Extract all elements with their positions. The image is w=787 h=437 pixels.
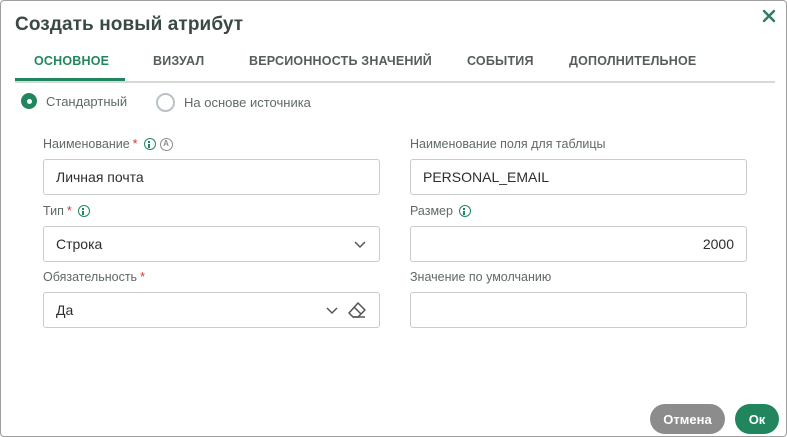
tab-visual[interactable]: ВИЗУАЛ <box>153 49 204 79</box>
create-attribute-dialog: Создать новый атрибут ОСНОВНОЕ ВИЗУАЛ ВЕ… <box>0 0 787 437</box>
required-mark: * <box>140 270 145 284</box>
name-field-label: Наименование * A <box>43 137 173 151</box>
size-input[interactable]: 2000 <box>410 226 747 262</box>
ok-button[interactable]: Ок <box>735 404 779 434</box>
name-input[interactable]: Личная почта <box>43 159 380 195</box>
tab-bar: ОСНОВНОЕ ВИЗУАЛ ВЕРСИОННОСТЬ ЗНАЧЕНИЙ СО… <box>15 49 775 83</box>
info-icon[interactable] <box>458 205 471 217</box>
table-field-name-value: PERSONAL_EMAIL <box>423 169 550 185</box>
radio-checked-icon <box>21 93 37 109</box>
info-icon[interactable] <box>143 138 156 150</box>
auto-translate-icon[interactable]: A <box>159 137 173 151</box>
tab-additional[interactable]: ДОПОЛНИТЕЛЬНОЕ <box>569 49 696 79</box>
eraser-icon[interactable] <box>347 301 367 319</box>
required-mark: * <box>66 204 72 218</box>
close-icon[interactable] <box>760 7 778 25</box>
radio-source-based-label: На основе источника <box>184 95 311 110</box>
required-mark: * <box>132 137 138 151</box>
type-label-text: Тип <box>43 204 64 218</box>
default-value-label-text: Значение по умолчанию <box>410 270 552 284</box>
size-field-label: Размер <box>410 204 471 218</box>
size-input-value: 2000 <box>702 236 734 252</box>
type-select-value: Строка <box>56 236 103 252</box>
required-field-label: Обязательность * <box>43 270 145 284</box>
cancel-button[interactable]: Отмена <box>650 404 725 434</box>
required-select[interactable]: Да <box>43 292 380 328</box>
type-select[interactable]: Строка <box>43 226 380 262</box>
type-field-label: Тип * <box>43 204 90 218</box>
active-tab-indicator <box>15 78 125 81</box>
radio-unchecked-icon <box>156 93 175 112</box>
radio-standard-label: Стандартный <box>46 93 128 109</box>
radio-source-based[interactable]: На основе источника <box>156 93 311 112</box>
default-value-label: Значение по умолчанию <box>410 270 551 284</box>
tab-events[interactable]: СОБЫТИЯ <box>467 49 534 79</box>
chevron-down-icon[interactable] <box>353 237 367 251</box>
chevron-down-icon[interactable] <box>325 303 339 317</box>
required-select-value: Да <box>56 302 74 318</box>
tab-main[interactable]: ОСНОВНОЕ <box>34 49 109 79</box>
radio-standard[interactable]: Стандартный <box>21 93 127 109</box>
size-label-text: Размер <box>410 204 453 218</box>
info-icon[interactable] <box>77 205 90 217</box>
dialog-title: Создать новый атрибут <box>15 14 244 35</box>
table-field-name-label-text: Наименование поля для таблицы <box>410 137 606 151</box>
table-field-name-label: Наименование поля для таблицы <box>410 137 606 151</box>
default-value-input[interactable] <box>410 292 747 328</box>
tab-value-versioning[interactable]: ВЕРСИОННОСТЬ ЗНАЧЕНИЙ <box>249 49 432 79</box>
table-field-name-input[interactable]: PERSONAL_EMAIL <box>410 159 747 195</box>
name-label-text: Наименование <box>43 137 130 151</box>
name-input-value: Личная почта <box>56 169 144 185</box>
required-label-text: Обязательность <box>43 270 138 284</box>
